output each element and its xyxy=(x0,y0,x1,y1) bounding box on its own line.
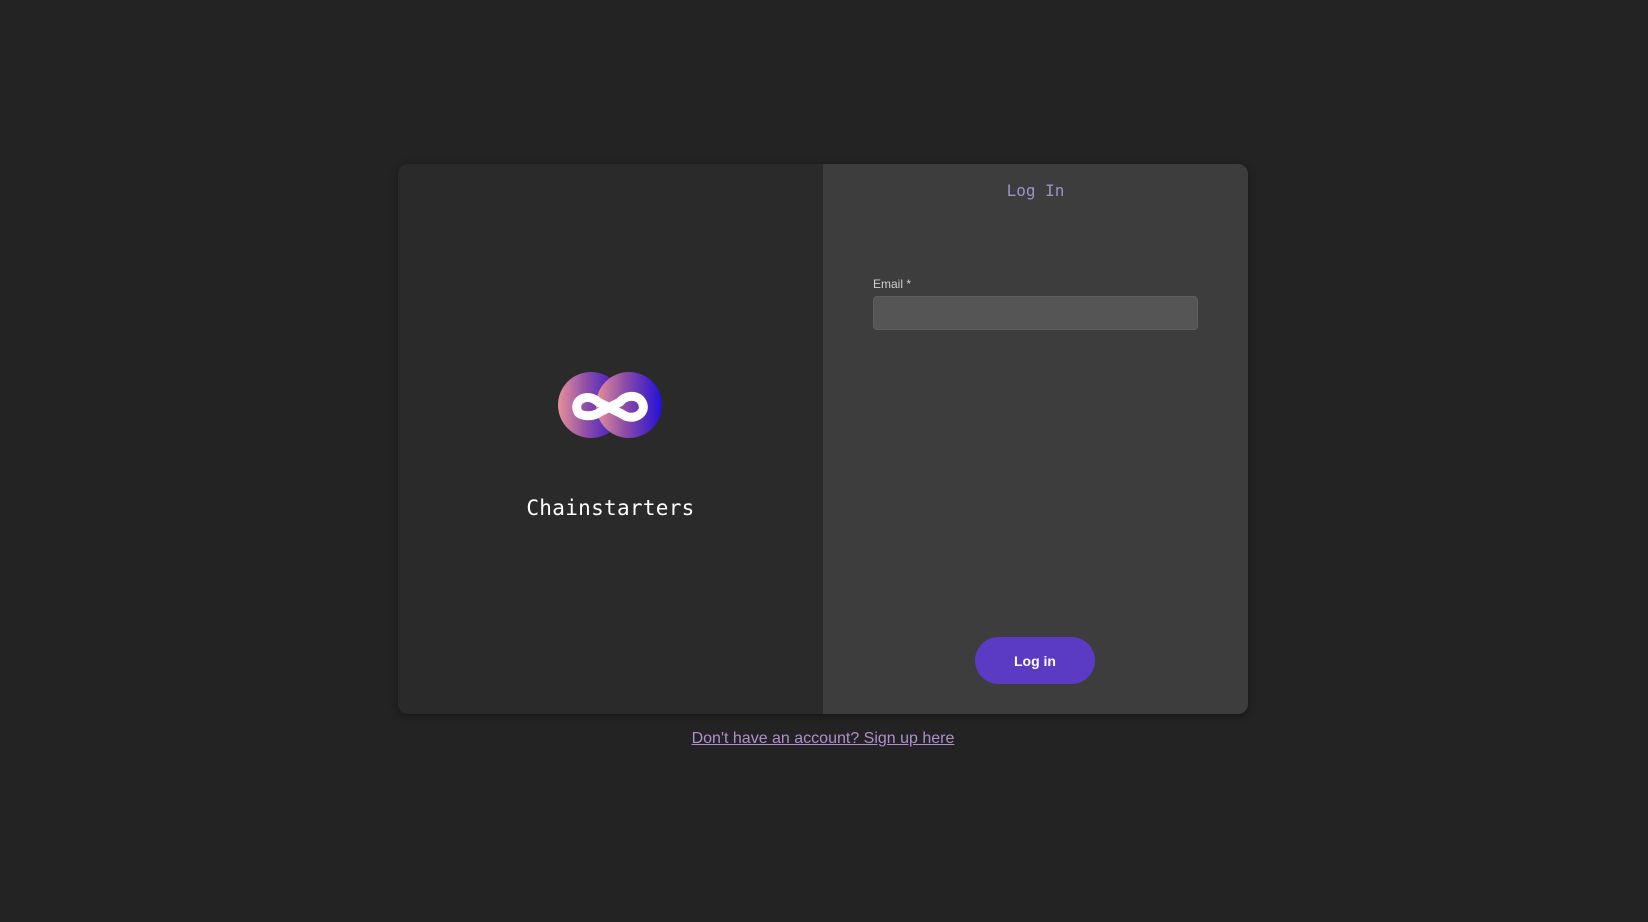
login-page: Chainstarters Log In Email * Log in Don'… xyxy=(0,0,1648,922)
brand-name: Chainstarters xyxy=(526,496,695,520)
infinity-logo-icon xyxy=(558,372,662,438)
email-field[interactable] xyxy=(873,296,1198,330)
email-label: Email * xyxy=(873,277,912,291)
signup-link[interactable]: Don't have an account? Sign up here xyxy=(0,730,1646,748)
login-form-panel: Log In Email * Log in xyxy=(823,164,1248,714)
brand-panel: Chainstarters xyxy=(398,164,823,714)
login-button[interactable]: Log in xyxy=(975,637,1095,684)
form-title: Log In xyxy=(1006,181,1065,200)
login-card: Chainstarters Log In Email * Log in xyxy=(398,164,1248,714)
